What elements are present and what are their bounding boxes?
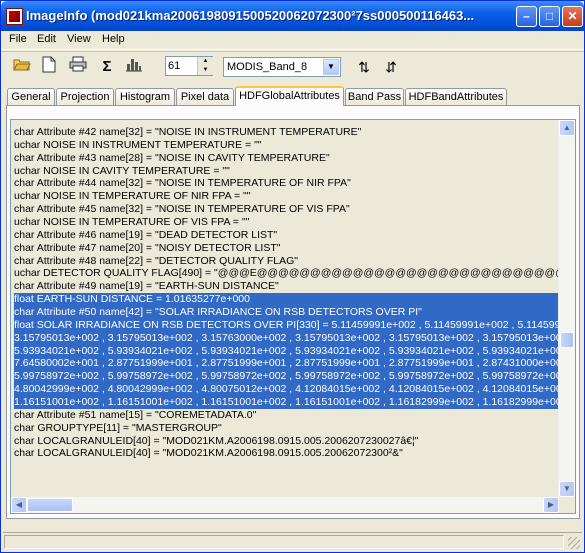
status-bar — [3, 532, 582, 551]
status-cell — [4, 535, 564, 549]
attribute-line: uchar NOISE IN TEMPERATURE OF VIS FPA = … — [14, 216, 250, 229]
scroll-right-icon[interactable]: ▶ — [543, 497, 559, 513]
horizontal-scrollbar[interactable]: ◀ ▶ — [11, 497, 559, 513]
attribute-line: char LOCALGRANULEID[40] = "MOD021KM.A200… — [14, 447, 403, 460]
menu-edit[interactable]: Edit — [37, 33, 56, 45]
menu-file[interactable]: File — [9, 33, 27, 45]
attributes-lines: char Attribute #42 name[32] = "NOISE IN … — [14, 126, 566, 469]
attribute-line: char Attribute #47 name[20] = "NOISY DET… — [14, 241, 281, 254]
menu-bar: File Edit View Help — [1, 31, 584, 50]
attribute-line: char Attribute #48 name[22] = "DETECTOR … — [14, 254, 298, 267]
attribute-line: char Attribute #45 name[32] = "NOISE IN … — [14, 203, 350, 216]
sort-descending-icon[interactable]: ⇵ — [380, 56, 402, 78]
attribute-line: char Attribute #43 name[28] = "NOISE IN … — [14, 151, 330, 164]
band-select-value: MODIS_Band_8 — [227, 61, 308, 73]
histogram-icon[interactable] — [123, 56, 145, 78]
chevron-down-icon[interactable]: ▼ — [323, 59, 339, 75]
tab-histogram[interactable]: Histogram — [115, 88, 175, 105]
band-number-input[interactable] — [168, 58, 196, 74]
app-window: ImageInfo (mod021kma20061980915005200620… — [0, 0, 585, 553]
attribute-line: char Attribute #44 name[32] = "NOISE IN … — [14, 177, 351, 190]
attribute-line: uchar NOISE IN TEMPERATURE OF NIR FPA = … — [14, 190, 251, 203]
tab-band-pass[interactable]: Band Pass — [345, 88, 404, 105]
attribute-line: 5.99758972e+002 , 5.99758972e+002 , 5.99… — [14, 370, 566, 384]
vertical-scroll-thumb[interactable] — [560, 332, 574, 348]
band-select[interactable]: MODIS_Band_8 ▼ — [223, 57, 341, 77]
attribute-line: 5.93934021e+002 , 5.93934021e+002 , 5.93… — [14, 344, 566, 358]
menu-help[interactable]: Help — [102, 33, 125, 45]
horizontal-scroll-thumb[interactable] — [27, 498, 73, 512]
attribute-line: float EARTH-SUN DISTANCE = 1.01635277e+0… — [14, 293, 566, 307]
attribute-line: uchar NOISE IN INSTRUMENT TEMPERATURE = … — [14, 138, 262, 151]
resize-grip-icon[interactable] — [568, 537, 580, 549]
vertical-scrollbar[interactable]: ▲ ▼ — [558, 120, 575, 497]
attribute-line: char Attribute #51 name[15] = "COREMETAD… — [14, 408, 257, 421]
menu-view[interactable]: View — [67, 33, 91, 45]
attribute-line: char GROUPTYPE[11] = "MASTERGROUP" — [14, 421, 222, 434]
open-folder-icon[interactable] — [11, 56, 33, 78]
attribute-line: uchar DETECTOR QUALITY FLAG[490] = "@@@E… — [14, 267, 566, 280]
tab-projection[interactable]: Projection — [56, 88, 114, 105]
attribute-line: char Attribute #49 name[19] = "EARTH-SUN… — [14, 280, 279, 293]
sort-ascending-icon[interactable]: ⇅ — [353, 56, 375, 78]
band-number-stepper[interactable]: ▲ ▼ — [165, 56, 213, 76]
attribute-line: 4.80042999e+002 , 4.80042999e+002 , 4.80… — [14, 383, 566, 397]
tab-hdf-global-attributes[interactable]: HDFGlobalAttributes — [235, 86, 344, 106]
new-document-icon[interactable] — [38, 56, 60, 78]
scroll-left-icon[interactable]: ◀ — [11, 497, 27, 513]
spin-down-button[interactable]: ▼ — [197, 66, 213, 75]
tab-general[interactable]: General — [7, 88, 55, 105]
attribute-line: char LOCALGRANULEID[40] = "MOD021KM.A200… — [14, 434, 419, 447]
attribute-line: char Attribute #46 name[19] = "DEAD DETE… — [14, 228, 278, 241]
attribute-line: char Attribute #50 name[42] = "SOLAR IRR… — [14, 306, 566, 319]
app-icon — [6, 8, 23, 25]
window-title: ImageInfo (mod021kma20061980915005200620… — [26, 8, 475, 23]
minimize-button[interactable]: – — [516, 6, 537, 27]
attribute-line: 1.16151001e+002 , 1.16151001e+002 , 1.16… — [14, 396, 566, 409]
attributes-textarea[interactable]: char Attribute #42 name[32] = "NOISE IN … — [10, 119, 576, 514]
close-button[interactable]: ✕ — [562, 6, 583, 27]
title-bar[interactable]: ImageInfo (mod021kma20061980915005200620… — [1, 1, 584, 31]
attribute-line: 7.64580002e+001 , 2.87751999e+001 , 2.87… — [14, 357, 566, 371]
maximize-button[interactable]: □ — [539, 6, 560, 27]
attribute-line: float SOLAR IRRADIANCE ON RSB DETECTORS … — [14, 318, 566, 332]
print-icon[interactable] — [67, 56, 89, 78]
scroll-up-icon[interactable]: ▲ — [559, 120, 575, 136]
tab-pixel-data[interactable]: Pixel data — [176, 88, 234, 105]
attribute-line: char Attribute #42 name[32] = "NOISE IN … — [14, 126, 362, 138]
tab-panel: char Attribute #42 name[32] = "NOISE IN … — [6, 105, 580, 519]
spin-up-button[interactable]: ▲ — [197, 57, 213, 66]
attribute-line: uchar NOISE IN CAVITY TEMPERATURE = "" — [14, 164, 230, 177]
toolbar: Σ ▲ ▼ MODIS_Band_8 ▼ ⇅ ⇵ — [1, 51, 584, 84]
scroll-down-icon[interactable]: ▼ — [559, 481, 575, 497]
tab-hdf-band-attributes[interactable]: HDFBandAttributes — [405, 88, 507, 105]
sigma-icon[interactable]: Σ — [96, 56, 118, 78]
attribute-line: 3.15795013e+002 , 3.15795013e+002 , 3.15… — [14, 331, 566, 345]
scrollbar-corner — [559, 497, 575, 513]
